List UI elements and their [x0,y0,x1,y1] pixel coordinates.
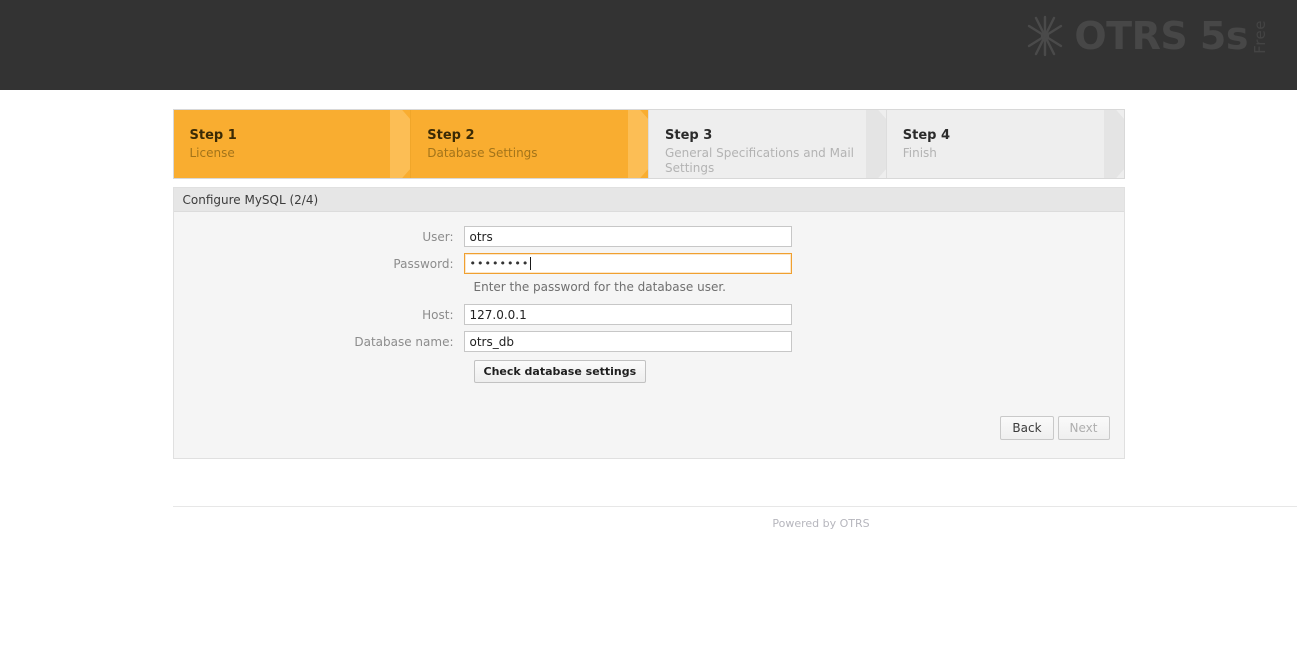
chevron-right-icon [390,110,411,178]
footer-divider [172,506,1297,507]
user-label: User: [422,229,454,244]
password-hint: Enter the password for the database user… [473,280,726,294]
wizard-step-1[interactable]: Step 1 License [173,110,411,178]
host-input[interactable] [463,304,792,325]
edition-label: Free [1251,20,1269,54]
chevron-right-icon [628,110,648,178]
password-input[interactable]: •••••••• [463,253,792,274]
wizard-step-1-title: Step 1 [189,128,237,143]
app-header: OTRS 5s Free [0,0,1297,90]
user-row: User: [174,226,1124,247]
check-button-row: Check database settings [174,360,1124,383]
wizard-step-nav: Step 1 License Step 2 Database Settings … [172,109,1125,179]
wizard-step-2-subtitle: Database Settings [427,146,538,160]
password-hint-row: Enter the password for the database user… [174,280,1124,294]
wizard-step-3[interactable]: Step 3 General Specifications and Mail S… [648,110,886,178]
wizard-nav-buttons: Back Next [1000,416,1110,440]
check-button-wrap: Check database settings [464,360,647,383]
wizard-step-3-subtitle: General Specifications and Mail Settings [665,146,854,175]
password-label: Password: [393,256,454,271]
password-row: Password: •••••••• [174,253,1124,274]
wizard-step-4[interactable]: Step 4 Finish [885,110,1124,178]
product-name: OTRS 5s [1074,14,1248,58]
host-row: Host: [174,304,1124,325]
database-name-label: Database name: [354,334,454,349]
wizard-step-2-title: Step 2 [427,128,475,143]
panel-title: Configure MySQL (2/4) [173,188,1124,212]
wizard-step-4-subtitle: Finish [902,146,937,160]
database-settings-form: User: Password: •••••••• Enter the passw… [174,212,1124,383]
otrs-star-icon [1022,13,1068,59]
password-masked-value: •••••••• [469,257,530,270]
user-input[interactable] [463,226,792,247]
check-spacer [174,360,464,383]
wizard-step-4-title: Step 4 [902,128,951,143]
check-database-settings-button[interactable]: Check database settings [473,360,647,383]
wizard-step-2[interactable]: Step 2 Database Settings [410,110,648,178]
footer-text: Powered by OTRS [772,517,870,530]
chevron-right-icon [865,110,886,178]
configure-database-panel: Configure MySQL (2/4) User: Password: ••… [172,187,1125,459]
host-label: Host: [422,307,454,322]
next-button[interactable]: Next [1057,416,1110,440]
wizard-step-3-title: Step 3 [665,128,713,143]
chevron-right-icon [1103,110,1124,178]
hint-spacer [174,280,464,294]
back-button[interactable]: Back [1000,416,1054,440]
text-caret [530,257,532,270]
database-name-row: Database name: [174,331,1124,352]
otrs-logo: OTRS 5s Free [1022,8,1269,64]
wizard-step-1-subtitle: License [189,146,235,160]
database-name-input[interactable] [463,331,792,352]
